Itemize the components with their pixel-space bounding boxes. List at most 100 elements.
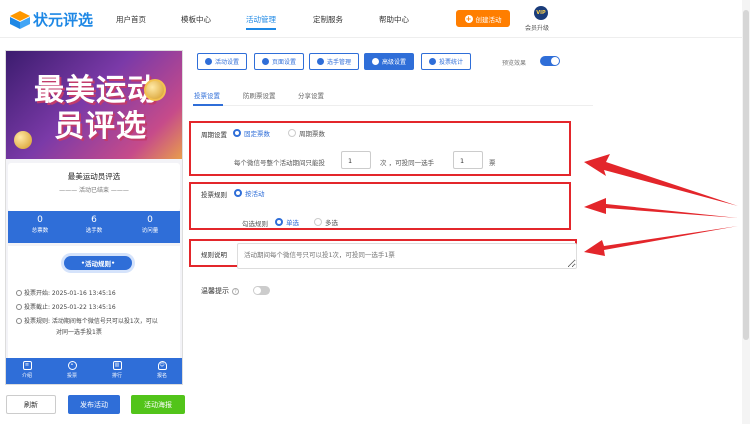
rules-card: • 活动规则 • 投票开始: 2025-01-16 13:45:16 投票截止:… xyxy=(8,246,180,366)
same-contestant-input[interactable]: 1 xyxy=(453,151,483,169)
activity-status-text: 活动已结束 xyxy=(78,187,109,194)
refresh-button[interactable]: 刷新 xyxy=(6,395,56,414)
activity-info-card: 最美运动员评选 ——— 活动已结束 ——— xyxy=(8,163,180,211)
subtab-active-indicator xyxy=(193,104,223,106)
radio-single[interactable]: 单选 xyxy=(275,217,299,227)
period-label: 周期设置 xyxy=(201,131,227,139)
ranking-icon: ▥ xyxy=(112,361,122,370)
rule-line: 投票截止: 2025-01-22 13:45:16 xyxy=(16,302,116,313)
subtab-divider xyxy=(193,105,593,106)
radio-periodic-votes[interactable]: 周期票数 xyxy=(288,128,325,138)
vote-count-input[interactable]: 1 xyxy=(341,151,371,169)
tip-label-text: 温馨提示 xyxy=(201,287,229,295)
logo-icon xyxy=(10,10,30,29)
nav-user-home[interactable]: 用户首页 xyxy=(116,14,146,25)
tab-ranking[interactable]: ▥ 排行 xyxy=(102,361,132,379)
rule-line-cont: 对同一选手投1票 xyxy=(56,329,102,336)
desc-label: 规则说明 xyxy=(201,251,227,259)
preview-banner: 最美运动 员评选 xyxy=(6,51,182,159)
vote-limit-text: 每个微信号整个活动期间只能投 xyxy=(234,159,325,167)
tab-signup[interactable]: ☺ 报名 xyxy=(147,361,177,379)
plus-icon: + xyxy=(464,14,473,23)
chart-icon xyxy=(428,58,436,65)
arrow-shape xyxy=(584,226,738,256)
rule-description-input[interactable] xyxy=(237,243,577,269)
person-icon: ☺ xyxy=(157,361,167,370)
vote-limit-text2: 次 ，可投同一选手 xyxy=(380,159,435,167)
vip-icon[interactable]: VIP xyxy=(534,6,548,20)
tab-label: 介绍 xyxy=(21,373,32,379)
vote-icon: • xyxy=(67,361,77,370)
activity-status: ——— 活动已结束 ——— xyxy=(59,187,129,194)
stat-total-votes: 0 总票数 xyxy=(20,215,60,234)
vote-unit-text: 票 xyxy=(489,159,496,167)
vip-upgrade-label[interactable]: 会员升级 xyxy=(525,23,549,32)
help-icon[interactable]: ? xyxy=(232,288,239,295)
tab-intro[interactable]: ≡ 介绍 xyxy=(12,361,42,379)
mobile-preview: 最美运动 员评选 最美运动员评选 ——— 活动已结束 ——— 0 总票数 6 选手数… xyxy=(5,50,183,385)
stat-value: 6 xyxy=(91,215,97,225)
tool-advanced-settings[interactable]: 高级设置 xyxy=(364,53,414,70)
stat-value: 0 xyxy=(37,215,43,225)
users-icon xyxy=(316,58,324,65)
rule-text: 投票规则: 活动期间每个微信号只可以投1次，可以 xyxy=(24,318,158,325)
logo-text: 状元评选 xyxy=(33,11,94,29)
radio-fixed-votes[interactable]: 固定票数 xyxy=(233,128,270,138)
nav-activity-management[interactable]: 活动管理 xyxy=(246,14,276,30)
tool-label: 活动设置 xyxy=(214,59,239,66)
scrollbar-thumb[interactable] xyxy=(743,10,749,340)
gear-icon xyxy=(261,58,269,65)
preview-toggle[interactable] xyxy=(540,56,560,66)
publish-button[interactable]: 发布活动 xyxy=(68,395,120,414)
advanced-icon xyxy=(371,58,379,65)
tool-page-settings[interactable]: 页面设置 xyxy=(254,53,304,70)
subtab-share[interactable]: 分享设置 xyxy=(298,90,324,100)
create-activity-button[interactable]: + 创建活动 xyxy=(456,10,510,27)
tool-vote-statistics[interactable]: 投票统计 xyxy=(421,53,471,70)
poster-button[interactable]: 活动海报 xyxy=(131,395,185,414)
arrow-shape xyxy=(584,198,738,218)
radio-label: 按活动 xyxy=(245,190,265,198)
stat-visits: 0 访问量 xyxy=(130,215,170,234)
nav-template-center[interactable]: 模板中心 xyxy=(181,14,211,25)
tool-contestant-management[interactable]: 选手管理 xyxy=(309,53,359,70)
tool-label: 高级设置 xyxy=(381,59,406,66)
document-icon: ≡ xyxy=(22,361,32,370)
rules-tag-label: 活动规则 xyxy=(85,260,111,268)
tab-vote[interactable]: • 投票 xyxy=(57,361,87,379)
nav-custom-service[interactable]: 定制服务 xyxy=(313,14,343,25)
check-rule-label: 勾选规则 xyxy=(242,220,268,228)
rule-line: 投票规则: 活动期间每个微信号只可以投1次，可以 xyxy=(16,316,158,327)
nav-help-center[interactable]: 帮助中心 xyxy=(379,14,409,25)
medal-icon xyxy=(144,79,166,101)
subtab-vote-settings[interactable]: 投票设置 xyxy=(194,90,220,100)
rule-line: 投票开始: 2025-01-16 13:45:16 xyxy=(16,288,116,299)
radio-label: 周期票数 xyxy=(299,130,325,138)
vote-rule-label: 投票规则 xyxy=(201,191,227,199)
radio-by-activity[interactable]: 按活动 xyxy=(234,188,265,198)
page-scrollbar[interactable] xyxy=(742,0,750,424)
stat-label: 选手数 xyxy=(85,228,103,234)
stat-value: 0 xyxy=(147,215,153,225)
stats-bar: 0 总票数 6 选手数 0 访问量 xyxy=(8,211,180,243)
radio-dot xyxy=(234,189,242,197)
subtab-anti-fraud[interactable]: 防刷票设置 xyxy=(243,90,276,100)
radio-dot xyxy=(288,129,296,137)
clock-icon xyxy=(16,318,22,324)
logo[interactable]: 状元评选 xyxy=(10,9,93,30)
top-header: 状元评选 用户首页 模板中心 活动管理 定制服务 帮助中心 + 创建活动 VIP … xyxy=(0,0,750,38)
preview-effect-label: 预览效果 xyxy=(502,60,527,67)
radio-dot xyxy=(233,129,241,137)
tip-toggle[interactable] xyxy=(253,286,270,295)
rules-tag: • 活动规则 • xyxy=(64,256,132,270)
arrow-shape xyxy=(584,154,738,206)
tool-activity-settings[interactable]: 活动设置 xyxy=(197,53,247,70)
clock-icon xyxy=(16,304,22,310)
banner-title-line2: 员评选 xyxy=(54,109,147,144)
radio-label: 多选 xyxy=(325,219,338,227)
tool-label: 投票统计 xyxy=(438,59,463,66)
stat-contestants: 6 选手数 xyxy=(74,215,114,234)
tab-label: 投票 xyxy=(66,373,77,379)
radio-multiple[interactable]: 多选 xyxy=(314,217,338,227)
radio-dot xyxy=(314,218,322,226)
